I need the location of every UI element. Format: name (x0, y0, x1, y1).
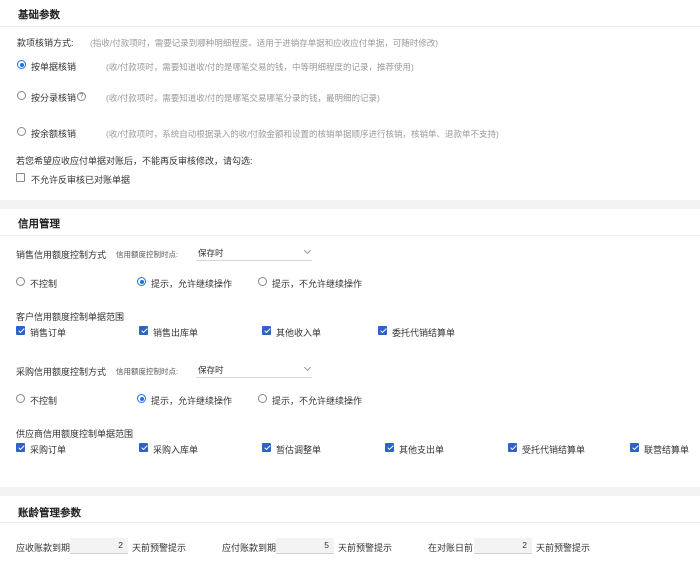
reconcile-suffix: 天前预警提示 (536, 543, 591, 553)
purchase-option-warn-block[interactable]: 提示，不允许继续操作 (272, 394, 362, 407)
payable-days-input[interactable]: 5 (276, 538, 334, 554)
option-by-entry-label[interactable]: 按分录核销 (31, 91, 76, 104)
sales-control-point-select[interactable]: 保存时 (196, 245, 312, 261)
purchase-credit-control-label: 采购信用额度控制方式 (16, 367, 107, 377)
sales-option-warn-block[interactable]: 提示，不允许继续操作 (272, 277, 362, 290)
checkbox-other-income[interactable] (262, 326, 271, 335)
sales-option-no-control[interactable]: 不控制 (30, 277, 57, 290)
doc-purchase-inbound[interactable]: 采购入库单 (153, 443, 198, 456)
sales-option-warn-allow[interactable]: 提示，允许继续操作 (151, 277, 232, 290)
doc-purchase-order[interactable]: 采购订单 (30, 443, 66, 456)
section-title: 基础参数 (18, 9, 60, 21)
checkbox-sales-outbound[interactable] (139, 326, 148, 335)
credit-section: 信用管理 销售信用额度控制方式 信用额度控制时点: 保存时 不控制 提示，允许继… (0, 209, 700, 487)
help-icon[interactable]: ? (77, 92, 86, 101)
doc-other-expense[interactable]: 其他支出单 (399, 443, 444, 456)
sales-radio-warn-allow[interactable] (137, 277, 146, 286)
before-reconcile-label: 在对账日前 (428, 543, 474, 553)
basic-params-header: 基础参数 (0, 0, 700, 27)
payable-due-label: 应付账款到期 (222, 543, 277, 553)
sales-control-point-label: 信用额度控制时点: (116, 250, 179, 259)
lock-reconciled-checkbox[interactable] (16, 173, 25, 182)
sales-radio-no-control[interactable] (16, 277, 25, 286)
receivable-due-label: 应收账款到期 (16, 543, 71, 553)
purchase-radio-warn-allow[interactable] (137, 394, 146, 403)
reconcile-days-input[interactable]: 2 (474, 538, 532, 554)
input-value: 5 (324, 540, 329, 550)
checkbox-entrusted-settlement[interactable] (508, 443, 517, 452)
checkbox-joint-settlement[interactable] (630, 443, 639, 452)
checkbox-purchase-inbound[interactable] (139, 443, 148, 452)
section-title: 信用管理 (18, 218, 60, 230)
credit-header: 信用管理 (0, 209, 700, 236)
purchase-option-no-control[interactable]: 不控制 (30, 394, 57, 407)
purchase-radio-no-control[interactable] (16, 394, 25, 403)
sales-credit-control-label: 销售信用额度控制方式 (16, 250, 107, 260)
receivable-days-input[interactable]: 2 (70, 538, 128, 554)
checkbox-sales-order[interactable] (16, 326, 25, 335)
purchase-control-point-select[interactable]: 保存时 (196, 362, 312, 378)
doc-other-income[interactable]: 其他收入单 (276, 326, 321, 339)
option-by-entry-desc: (收/付款项时，需要知道收/付的是哪笔交易哪笔分录的钱，最明细的记录) (106, 93, 380, 103)
doc-joint-settlement[interactable]: 联营结算单 (644, 443, 689, 456)
checkbox-other-expense[interactable] (385, 443, 394, 452)
sales-radio-warn-block[interactable] (258, 277, 267, 286)
doc-estimate-adjust[interactable]: 暂估调整单 (276, 443, 321, 456)
radio-by-balance[interactable] (17, 127, 26, 136)
section-title: 账龄管理参数 (18, 507, 81, 519)
chevron-down-icon (303, 363, 312, 372)
payable-suffix: 天前预警提示 (338, 543, 393, 553)
input-value: 2 (118, 540, 123, 550)
option-by-document-desc: (收/付款项时，需要知道收/付的是哪笔交易的钱，中等明细程度的记录，推荐使用) (106, 62, 414, 72)
lock-notice-text: 若您希望应收应付单据对账后，不能再反审核修改，请勾选: (16, 156, 253, 166)
chevron-down-icon (303, 246, 312, 255)
purchase-radio-warn-block[interactable] (258, 394, 267, 403)
option-by-document-label[interactable]: 按单据核销 (31, 60, 76, 73)
purchase-option-warn-allow[interactable]: 提示，允许继续操作 (151, 394, 232, 407)
doc-sales-order[interactable]: 销售订单 (30, 326, 66, 339)
checkbox-consignment-settlement[interactable] (378, 326, 387, 335)
supplier-credit-scope-label: 供应商信用额度控制单据范围 (16, 429, 134, 439)
aging-section: 账龄管理参数 应收账款到期 2 天前预警提示 应付账款到期 5 天前预警提示 在… (0, 496, 700, 565)
write-off-method-hint: (指收/付款项时，需要记录到哪种明细程度。适用于进销存单据和应收应付单据，可随时… (90, 38, 439, 48)
lock-reconciled-label[interactable]: 不允许反审核已对账单据 (31, 173, 130, 186)
doc-consignment-settlement[interactable]: 委托代销结算单 (392, 326, 455, 339)
aging-header: 账龄管理参数 (0, 496, 700, 523)
doc-entrusted-settlement[interactable]: 受托代销结算单 (522, 443, 585, 456)
input-value: 2 (522, 540, 527, 550)
option-by-balance-label[interactable]: 按余额核销 (31, 127, 76, 140)
radio-by-document[interactable] (17, 60, 26, 69)
option-by-balance-desc: (收/付款项时，系统自动根据录入的收/付款金额和设置的核销单据顺序进行核销，核销… (106, 129, 499, 139)
select-value: 保存时 (198, 248, 224, 258)
checkbox-estimate-adjust[interactable] (262, 443, 271, 452)
radio-by-entry[interactable] (17, 91, 26, 100)
checkbox-purchase-order[interactable] (16, 443, 25, 452)
customer-credit-scope-label: 客户信用额度控制单据范围 (16, 312, 125, 322)
basic-params-section: 基础参数 款项核销方式: (指收/付款项时，需要记录到哪种明细程度。适用于进销存… (0, 0, 700, 200)
write-off-method-label: 款项核销方式: (17, 38, 74, 48)
select-value: 保存时 (198, 365, 224, 375)
purchase-control-point-label: 信用额度控制时点: (116, 367, 179, 376)
receivable-suffix: 天前预警提示 (132, 543, 187, 553)
doc-sales-outbound[interactable]: 销售出库单 (153, 326, 198, 339)
